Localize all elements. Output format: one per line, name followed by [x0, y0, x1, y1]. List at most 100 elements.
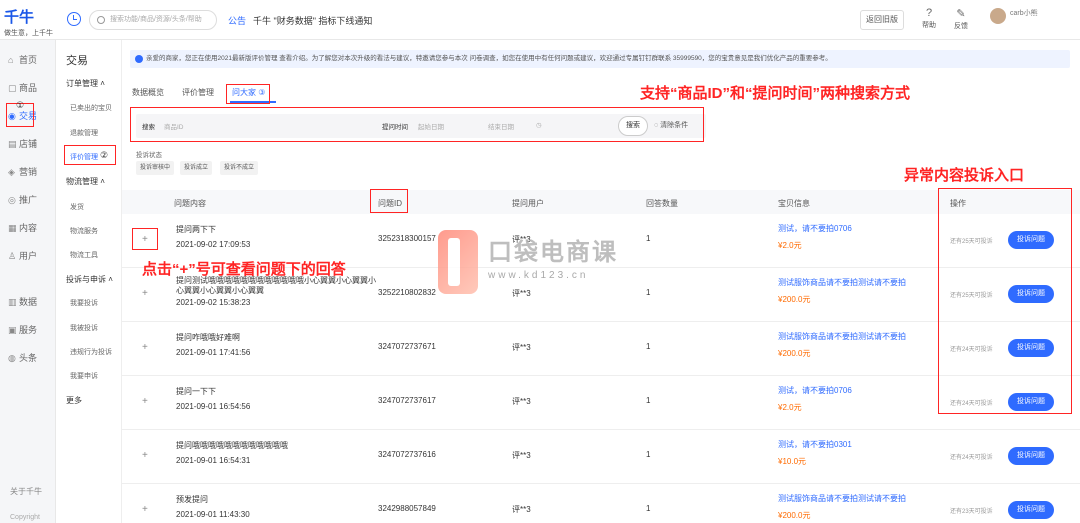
- nav-item-data[interactable]: ▥ 数据: [0, 292, 56, 312]
- nav-item-user[interactable]: ♙ 用户: [0, 246, 56, 266]
- tab-reviews[interactable]: 评价管理: [182, 87, 214, 98]
- question-time: 2021-09-01 11:43:30: [176, 510, 250, 519]
- sub-item-complained[interactable]: 我被投诉: [70, 323, 98, 333]
- annotation-expand-hint: 点击“+”号可查看问题下的回答: [142, 261, 346, 278]
- complain-button[interactable]: 投诉问题: [1008, 501, 1054, 519]
- th-question: 问题内容: [174, 199, 206, 208]
- global-search-input[interactable]: 搜索功能/商品/资源/头条/帮助: [89, 10, 217, 30]
- feedback-button[interactable]: ✎ 反馈: [946, 7, 976, 31]
- table-row: + 提问哦哦哦哦哦哦哦哦哦哦哦哦 2021-09-01 16:54:31 324…: [122, 430, 1080, 484]
- sub-group-orders[interactable]: 订单管理 ˄: [66, 78, 105, 89]
- help-icon: ?: [925, 7, 933, 19]
- home-icon: ⌂: [8, 55, 14, 65]
- product-link[interactable]: 测试服饰商品请不要拍测试请不要拍: [778, 332, 928, 342]
- sub-item-logistics-tools[interactable]: 物流工具: [70, 250, 98, 260]
- user-name[interactable]: carb小熊: [1010, 8, 1070, 18]
- marketing-icon: ◈: [8, 167, 15, 177]
- product-link[interactable]: 测试，请不要拍0706: [778, 224, 928, 234]
- step-badge-2: ②: [100, 150, 109, 160]
- product-link[interactable]: 测试，请不要拍0301: [778, 440, 928, 450]
- about-link[interactable]: 关于千牛: [10, 486, 42, 497]
- expand-button[interactable]: +: [142, 288, 148, 299]
- question-text: 提问一下下: [176, 387, 216, 396]
- annotation-search-methods: 支持“商品ID”和“提问时间”两种搜索方式: [640, 85, 911, 102]
- answer-count: 1: [646, 396, 651, 405]
- nav-item-content[interactable]: ▦ 内容: [0, 218, 56, 238]
- user-icon: ♙: [8, 251, 17, 261]
- question-time: 2021-09-01 16:54:56: [176, 402, 251, 411]
- nav-item-promote[interactable]: ◎ 推广: [0, 190, 56, 210]
- table-row: + 提问咋哦哦好难啊 2021-09-01 17:41:56 324707273…: [122, 322, 1080, 376]
- promote-icon: ◎: [8, 195, 16, 205]
- nav-item-home[interactable]: ⌂ 首页: [0, 50, 56, 70]
- question-time: 2021-09-01 17:41:56: [176, 348, 251, 357]
- sub-nav: 交易 订单管理 ˄ 已卖出的宝贝 退款管理 评价管理 物流管理 ˄ 发货 物流服…: [56, 40, 122, 523]
- sub-item-refund[interactable]: 退款管理: [70, 128, 98, 138]
- service-icon: ▣: [8, 325, 17, 335]
- chip-accepted[interactable]: 投诉成立: [180, 161, 213, 175]
- question-id: 3252210802832: [378, 288, 436, 297]
- nav-label: 首页: [19, 55, 38, 65]
- product-price: ¥2.0元: [778, 241, 802, 250]
- expand-button[interactable]: +: [142, 450, 148, 461]
- asker: 评**3: [512, 505, 531, 514]
- days-left: 还有23天可投诉: [950, 509, 993, 515]
- nav-label: 数据: [19, 297, 38, 307]
- chip-reviewing[interactable]: 投诉审核中: [136, 161, 175, 175]
- th-product: 宝贝信息: [778, 199, 810, 208]
- old-version-button[interactable]: 返回旧版: [860, 10, 904, 30]
- product-link[interactable]: 测试服饰商品请不要拍测试请不要拍: [778, 494, 928, 504]
- sub-item-logistics-service[interactable]: 物流服务: [70, 226, 98, 236]
- th-user: 提问用户: [512, 199, 544, 208]
- nav-label: 店铺: [19, 139, 38, 149]
- help-button[interactable]: ? 帮助: [914, 7, 944, 30]
- status-label: 投诉状态: [136, 152, 162, 159]
- th-count: 回答数量: [646, 199, 678, 208]
- nav-item-goods[interactable]: ▢ 商品: [0, 78, 56, 98]
- answer-count: 1: [646, 450, 651, 459]
- question-text: 提问咋哦哦好难啊: [176, 333, 240, 342]
- product-link[interactable]: 测试，请不要拍0706: [778, 386, 928, 396]
- notice-link[interactable]: 千牛 "财务数据" 指标下线通知: [253, 14, 372, 27]
- question-time: 2021-09-01 16:54:31: [176, 456, 251, 465]
- product-price: ¥200.0元: [778, 511, 811, 520]
- sub-item-appeal[interactable]: 我要申诉: [70, 371, 98, 381]
- top-bar: 千牛 做生意，上千牛 搜索功能/商品/资源/头条/帮助 公告 千牛 "财务数据"…: [0, 0, 1080, 40]
- sub-item-ship[interactable]: 发货: [70, 202, 84, 212]
- sub-item-sold[interactable]: 已卖出的宝贝: [70, 103, 112, 113]
- expand-button[interactable]: +: [142, 504, 148, 515]
- banner-text: 亲爱的商家，您正在使用2021最新版评价管理 查看介绍。为了解您对本次升级的看法…: [146, 55, 832, 62]
- sub-item-violation[interactable]: 违规行为投诉: [70, 347, 112, 357]
- answer-count: 1: [646, 504, 651, 513]
- brand-logo[interactable]: 千牛 做生意，上千牛: [4, 6, 60, 38]
- box-icon: ▢: [8, 83, 17, 93]
- avatar[interactable]: [990, 8, 1006, 24]
- chip-rejected[interactable]: 投诉不成立: [220, 161, 259, 175]
- product-price: ¥200.0元: [778, 349, 811, 358]
- complain-button[interactable]: 投诉问题: [1008, 447, 1054, 465]
- upgrade-banner: 亲爱的商家，您正在使用2021最新版评价管理 查看介绍。为了解您对本次升级的看法…: [130, 50, 1070, 68]
- store-icon: ▤: [8, 139, 17, 149]
- nav-label: 商品: [19, 83, 38, 93]
- nav-item-service[interactable]: ▣ 服务: [0, 320, 56, 340]
- tab-overview[interactable]: 数据概览: [132, 87, 164, 98]
- nav-item-marketing[interactable]: ◈ 营销: [0, 162, 56, 182]
- product-link[interactable]: 测试服饰商品请不要拍测试请不要拍: [778, 278, 928, 288]
- copyright: Copyright: [10, 514, 40, 521]
- sub-item-complain[interactable]: 我要投诉: [70, 298, 98, 308]
- question-id: 3247072737617: [378, 396, 436, 405]
- highlight-ask-tab: [226, 84, 270, 104]
- expand-button[interactable]: +: [142, 396, 148, 407]
- question-time: 2021-09-02 15:38:23: [176, 298, 251, 307]
- expand-button[interactable]: +: [142, 342, 148, 353]
- nav-item-store[interactable]: ▤ 店铺: [0, 134, 56, 154]
- product-price: ¥200.0元: [778, 295, 811, 304]
- question-time: 2021-09-02 17:09:53: [176, 240, 251, 249]
- content-icon: ▦: [8, 223, 17, 233]
- clock-icon[interactable]: [67, 12, 81, 26]
- sub-group-more[interactable]: 更多: [66, 395, 82, 406]
- info-icon: [135, 55, 143, 63]
- sub-group-complaints[interactable]: 投诉与申诉 ˄: [66, 274, 113, 285]
- sub-group-logistics[interactable]: 物流管理 ˄: [66, 176, 105, 187]
- nav-item-news[interactable]: ◍ 头条: [0, 348, 56, 368]
